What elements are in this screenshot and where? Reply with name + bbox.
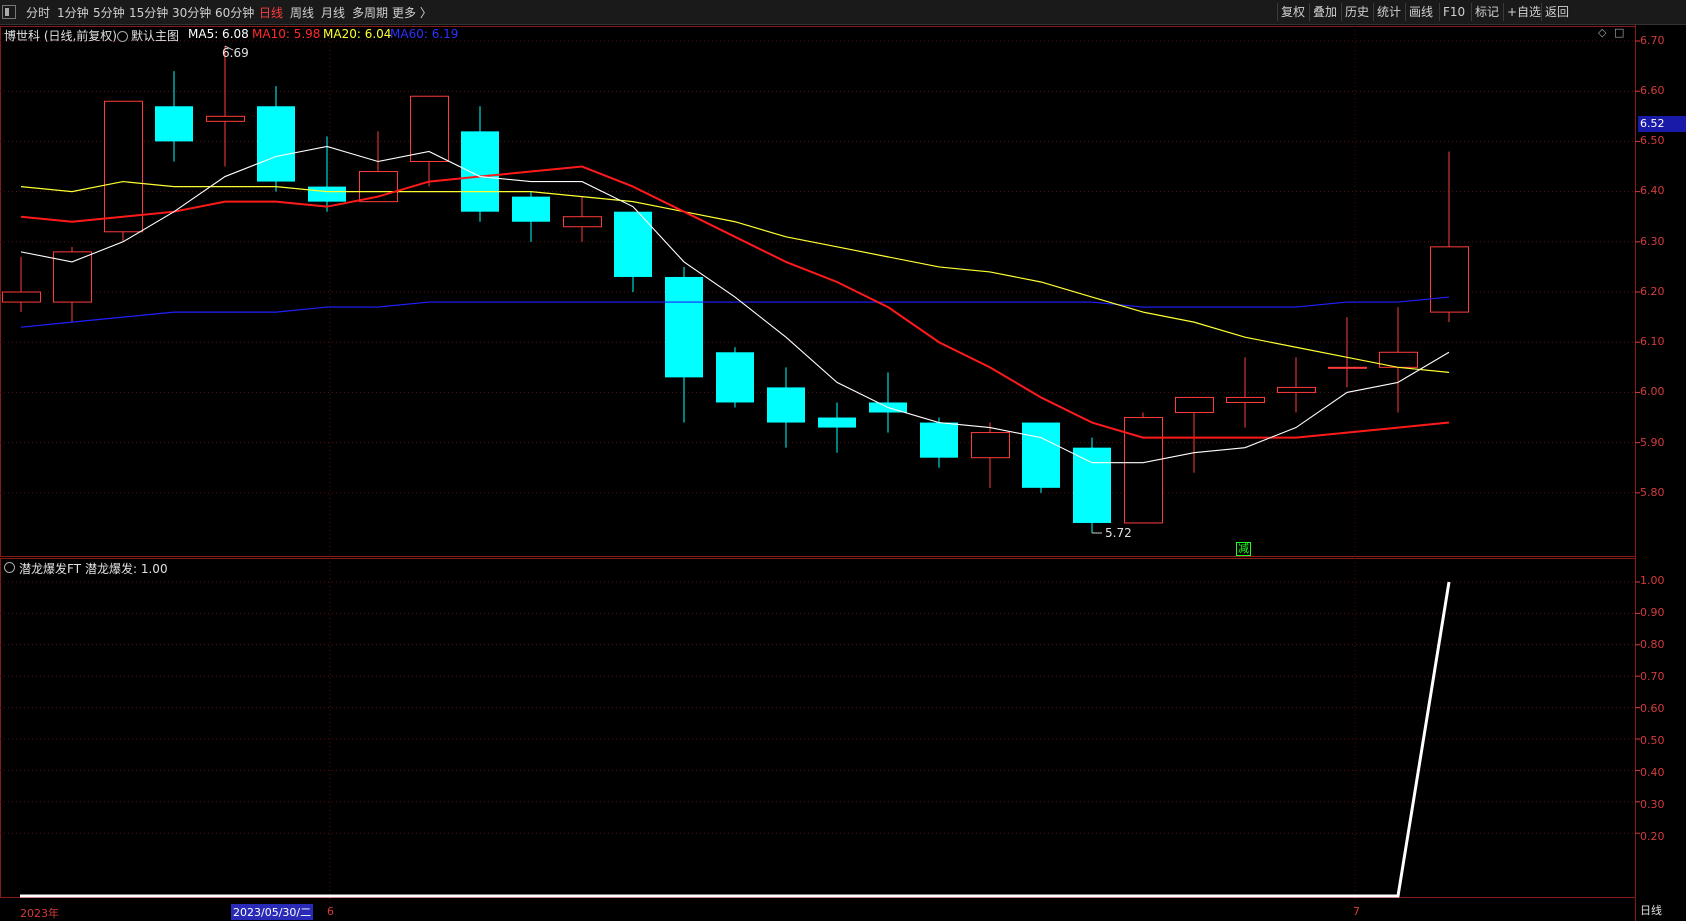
sub-y-tick: 0.80 (1640, 638, 1665, 651)
high-price-marker: 6.69 (222, 46, 249, 60)
y-tick: 6.10 (1640, 335, 1665, 348)
candle-body (461, 131, 499, 212)
ma20-line (20, 180, 1450, 373)
sub-y-tick: 1.00 (1640, 574, 1665, 587)
y-tick: 5.90 (1640, 436, 1665, 449)
y-tick: 5.80 (1640, 486, 1665, 499)
sub-y-tick: 0.30 (1640, 798, 1665, 811)
main-indicator-name[interactable]: 默认主图 (131, 27, 179, 44)
candle-body (971, 432, 1010, 459)
indicator-settings-icon[interactable] (117, 31, 128, 42)
candle-body (1022, 422, 1060, 488)
ma5-line (20, 145, 1450, 464)
candle-body (1328, 366, 1367, 369)
y-tick: 6.30 (1640, 235, 1665, 248)
sub-indicator-line (20, 581, 1451, 898)
current-price-tag: 6.52 (1638, 116, 1686, 132)
sub-panel-border (0, 558, 1636, 898)
y-tick: 6.20 (1640, 285, 1665, 298)
cursor-date-label: 2023/05/30/二 (231, 904, 314, 920)
sub-y-tick: 0.70 (1640, 670, 1665, 683)
ma60-value: MA60: 6.19 (390, 27, 459, 41)
sub-settings-icon[interactable] (4, 562, 15, 573)
sub-y-tick: 0.40 (1640, 766, 1665, 779)
ma60-line (20, 296, 1450, 328)
y-tick: 6.70 (1640, 34, 1665, 47)
y-tick: 6.40 (1640, 184, 1665, 197)
candle-body (1277, 386, 1316, 393)
candle-body (563, 216, 602, 228)
candle-body (1430, 246, 1469, 313)
sub-y-tick: 0.20 (1640, 830, 1665, 843)
candle-body (308, 186, 346, 202)
candle-body (155, 106, 193, 142)
panel-window-icon[interactable]: □ (1614, 26, 1624, 39)
sub-y-tick: 0.90 (1640, 606, 1665, 619)
diamond-icon[interactable]: ◇ (1598, 26, 1606, 39)
x-year-label: 2023年 (20, 907, 59, 920)
sub-indicator-value: 潜龙爆发: 1.00 (85, 562, 168, 576)
sub-period-button[interactable]: 日线 (1640, 902, 1662, 918)
y-tick: 6.60 (1640, 84, 1665, 97)
sub-y-tick: 0.60 (1640, 702, 1665, 715)
candle-body (104, 100, 143, 233)
candle-body (818, 417, 856, 428)
x-month-label: 7 (1353, 905, 1360, 918)
candle-body (257, 106, 295, 182)
candle-body (206, 115, 245, 122)
candle-body (665, 276, 703, 378)
candle-body (716, 352, 754, 403)
y-tick: 6.50 (1640, 134, 1665, 147)
ma20-value: MA20: 6.04 (323, 27, 392, 41)
ma10-value: MA10: 5.98 (252, 27, 321, 41)
sub-y-tick: 0.50 (1640, 734, 1665, 747)
low-price-marker: 5.72 (1105, 526, 1132, 540)
candle-body (920, 422, 958, 458)
x-month-label: 6 (327, 905, 334, 918)
signal-badge: 减 (1236, 542, 1251, 556)
y-tick: 6.00 (1640, 385, 1665, 398)
candle-body (1175, 396, 1214, 414)
ma5-value: MA5: 6.08 (188, 27, 249, 41)
sub-indicator-name[interactable]: 潜龙爆发FT (19, 560, 81, 577)
candle-body (512, 196, 550, 222)
stock-title: 博世科 (日线,前复权) (4, 29, 117, 43)
kline-chart[interactable] (0, 0, 1686, 921)
main-panel-border (0, 26, 1636, 557)
candle-body (767, 387, 805, 423)
candle-body (2, 291, 41, 303)
candle-body (1226, 396, 1265, 403)
candle-body (1073, 447, 1111, 523)
